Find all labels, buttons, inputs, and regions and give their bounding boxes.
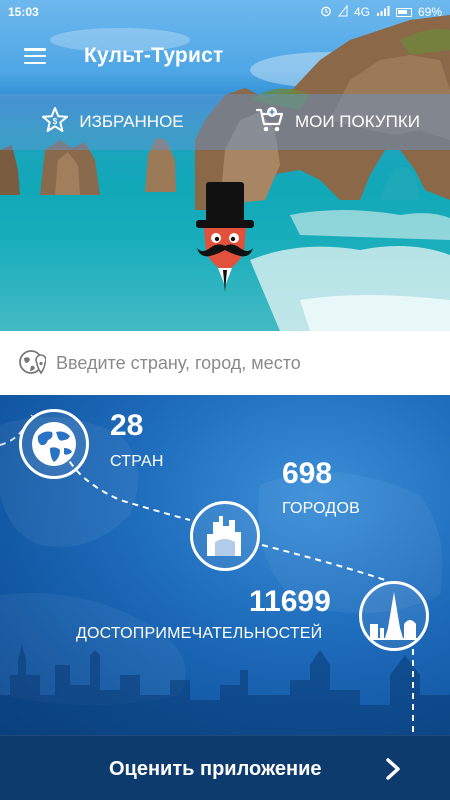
battery-icon bbox=[395, 7, 412, 17]
landmarks-count: 11699 bbox=[249, 585, 331, 618]
svg-text:$: $ bbox=[53, 117, 58, 126]
cities-label: ГОРОДОВ bbox=[282, 500, 360, 517]
rate-app-label: Оценить приложение bbox=[109, 758, 322, 780]
hero-banner: 15:03 4G 69% Культ-Турист $ ИЗБРАННОЕ МО… bbox=[0, 0, 450, 331]
status-time: 15:03 bbox=[8, 5, 39, 19]
search-bar[interactable] bbox=[0, 331, 450, 395]
countries-badge bbox=[19, 409, 89, 479]
city-icon bbox=[207, 516, 241, 556]
landmarks-label: ДОСТОПРИМЕЧАТЕЛЬНОСТЕЙ bbox=[76, 625, 323, 642]
alarm-icon bbox=[320, 5, 332, 20]
network-type: 4G bbox=[353, 5, 370, 19]
signal-icon bbox=[337, 4, 348, 20]
landmarks-badge bbox=[359, 581, 429, 651]
app-bar: Культ-Турист bbox=[0, 24, 450, 88]
tab-favorites-label: ИЗБРАННОЕ bbox=[79, 112, 184, 131]
landmarks-icon bbox=[368, 592, 420, 640]
shopping-cart-icon bbox=[255, 106, 285, 139]
globe-icon bbox=[32, 422, 76, 466]
hamburger-menu-icon[interactable] bbox=[24, 48, 46, 64]
star-bookmark-icon: $ bbox=[41, 106, 69, 139]
battery-percent: 69% bbox=[417, 5, 442, 19]
cities-badge bbox=[190, 501, 260, 571]
countries-label: СТРАН bbox=[110, 453, 164, 470]
tab-purchases-label: МОИ ПОКУПКИ bbox=[294, 112, 420, 131]
search-input[interactable] bbox=[56, 352, 436, 374]
mascot-logo bbox=[196, 182, 254, 292]
rate-app-button[interactable]: Оценить приложение bbox=[0, 735, 450, 800]
countries-count: 28 bbox=[110, 409, 144, 442]
app-title: Культ-Турист bbox=[84, 44, 224, 67]
status-bar: 15:03 4G 69% bbox=[0, 0, 450, 24]
cities-count: 698 bbox=[282, 457, 333, 490]
signal-bars-icon bbox=[376, 5, 390, 20]
chevron-right-icon bbox=[386, 758, 400, 780]
tabs-bar: $ ИЗБРАННОЕ МОИ ПОКУПКИ bbox=[0, 94, 450, 150]
stats-panel: 28 СТРАН 698 ГОРОДОВ 11699 ДОСТОПРИМЕЧАТ… bbox=[0, 395, 450, 735]
tab-favorites[interactable]: $ ИЗБРАННОЕ bbox=[0, 106, 225, 139]
tab-purchases[interactable]: МОИ ПОКУПКИ bbox=[225, 106, 450, 139]
location-globe-icon bbox=[19, 350, 46, 375]
